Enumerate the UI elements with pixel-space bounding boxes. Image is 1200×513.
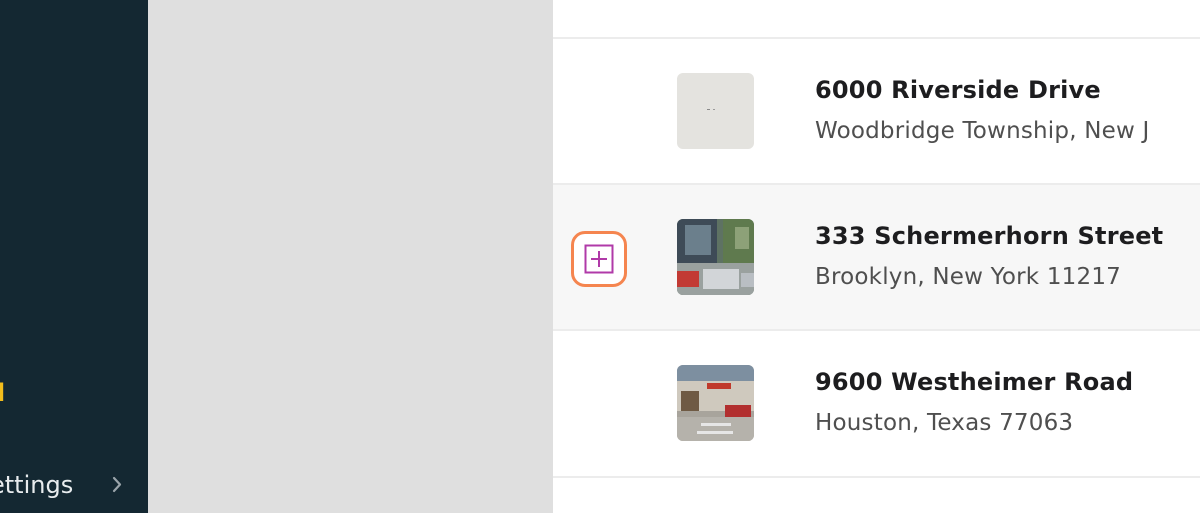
add-property-button[interactable]	[571, 231, 627, 287]
property-list: 6000 Riverside Drive Woodbridge Township…	[553, 0, 1200, 513]
sidebar-item-settings[interactable]: ettings	[0, 471, 73, 499]
content-gutter	[148, 0, 553, 513]
list-item[interactable]	[553, 0, 1200, 39]
property-location: Houston, Texas 77063	[815, 410, 1074, 436]
property-street: 333 Schermerhorn Street	[815, 222, 1164, 250]
list-item[interactable]: 9600 Westheimer Road Houston, Texas 7706…	[553, 331, 1200, 478]
sidebar-item-active[interactable]: d	[0, 379, 5, 407]
property-thumbnail	[677, 73, 754, 149]
property-thumbnail	[677, 219, 754, 295]
list-item[interactable]: 333 Schermerhorn Street Brooklyn, New Yo…	[553, 185, 1200, 331]
list-item[interactable]: 6000 Riverside Drive Woodbridge Township…	[553, 39, 1200, 185]
property-thumbnail	[677, 365, 754, 441]
chevron-right-icon[interactable]	[112, 475, 123, 494]
property-street: 6000 Riverside Drive	[815, 76, 1101, 104]
sidebar: d ettings	[0, 0, 148, 513]
plus-square-icon	[584, 244, 614, 274]
property-location: Woodbridge Township, New J	[815, 118, 1150, 144]
property-location: Brooklyn, New York 11217	[815, 264, 1121, 290]
property-street: 9600 Westheimer Road	[815, 368, 1134, 396]
